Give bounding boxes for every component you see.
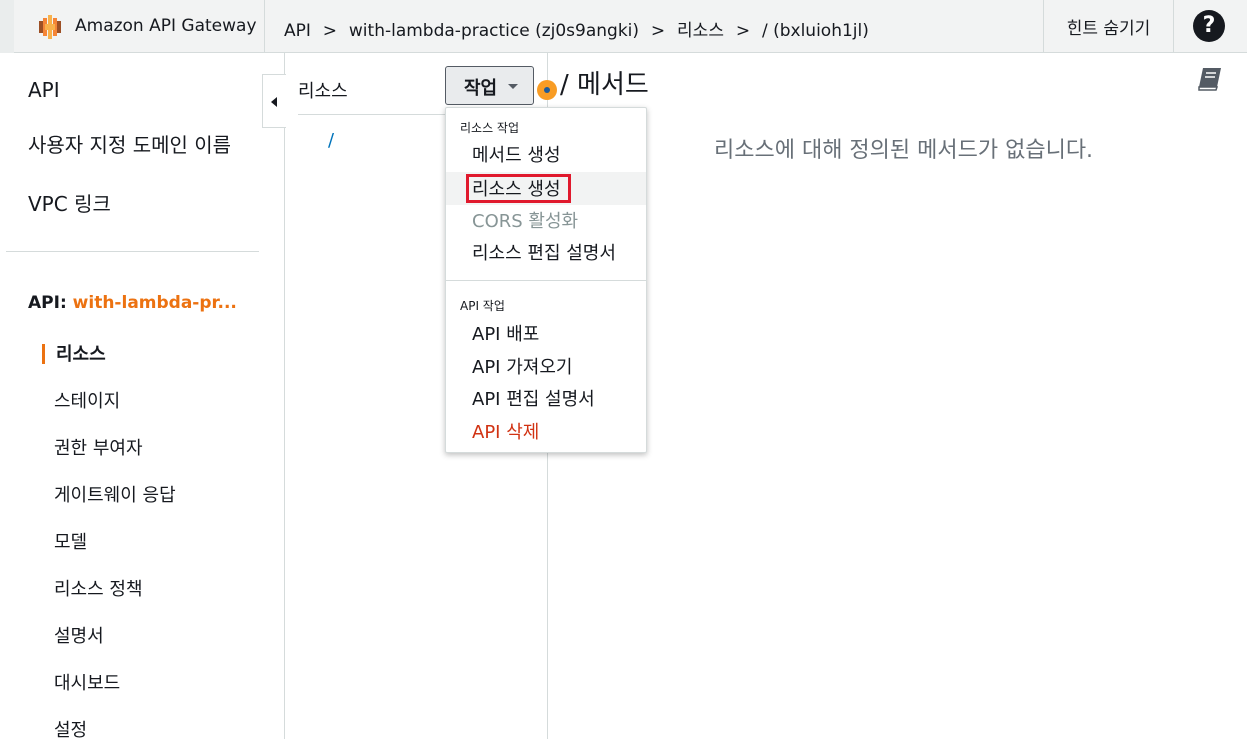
actions-button[interactable]: 작업 (445, 66, 534, 105)
hide-hints-button[interactable]: 힌트 숨기기 (1043, 0, 1174, 53)
nav-item-stages[interactable]: 스테이지 (54, 387, 120, 413)
nav-item-gateway-responses[interactable]: 게이트웨이 응답 (54, 481, 176, 507)
breadcrumb-separator: > (735, 21, 751, 41)
nav-api-label: API: (28, 293, 67, 313)
nav-item-api[interactable]: API (28, 78, 60, 102)
nav-item-models[interactable]: 모델 (54, 528, 87, 554)
brand-text: Amazon API Gateway (75, 16, 257, 36)
menu-item-create-method[interactable]: 메서드 생성 (472, 141, 561, 167)
nav-active-indicator (42, 344, 45, 364)
collapse-nav-button[interactable] (262, 74, 286, 128)
menu-divider (446, 280, 646, 281)
breadcrumb-separator: > (650, 21, 666, 41)
nav-item-custom-domains[interactable]: 사용자 지정 도메인 이름 (28, 129, 231, 158)
nav-item-documentation[interactable]: 설명서 (54, 622, 104, 648)
status-dot-icon (537, 80, 557, 100)
page-title: / 메서드 (560, 70, 649, 100)
help-icon[interactable]: ? (1193, 10, 1225, 42)
nav-divider (6, 251, 259, 252)
nav-api-name[interactable]: with-lambda-pr... (73, 293, 237, 313)
menu-item-enable-cors: CORS 활성화 (472, 211, 579, 232)
menu-item-delete-api[interactable]: API 삭제 (472, 418, 539, 444)
top-bar: Amazon API Gateway API > with-lambda-pract… (0, 0, 1247, 53)
resource-tree-root[interactable]: / (328, 130, 334, 151)
breadcrumb-api-name[interactable]: with-lambda-practice (zj0s9angki) (349, 21, 639, 41)
menu-item-edit-api-docs[interactable]: API 편집 설명서 (472, 385, 595, 411)
nav-item-resource-policy[interactable]: 리소스 정책 (54, 575, 143, 601)
menu-item-import-api[interactable]: API 가져오기 (472, 353, 572, 379)
actions-dropdown-menu: 리소스 작업 메서드 생성 리소스 생성 CORS 활성화 리소스 편집 설명서… (445, 107, 647, 453)
caret-down-icon (508, 84, 518, 89)
top-bar-edge (0, 0, 14, 53)
left-nav: API 사용자 지정 도메인 이름 VPC 링크 API: with-lambd… (0, 53, 285, 739)
breadcrumb: API > with-lambda-practice (zj0s9angki) > 리소… (284, 16, 869, 41)
highlight-box (466, 174, 571, 203)
breadcrumb-separator: > (322, 21, 338, 41)
breadcrumb-resource[interactable]: / (bxluioh1jl) (762, 21, 869, 41)
nav-api-title: API: with-lambda-pr... (28, 293, 237, 313)
breadcrumb-resources[interactable]: 리소스 (677, 21, 724, 41)
collapse-left-icon (271, 97, 277, 107)
book-icon[interactable] (1197, 67, 1223, 91)
brand[interactable]: Amazon API Gateway (14, 0, 265, 53)
nav-item-resources[interactable]: 리소스 (56, 340, 106, 366)
nav-item-authorizers[interactable]: 권한 부여자 (54, 434, 143, 460)
menu-item-edit-resource-docs[interactable]: 리소스 편집 설명서 (472, 239, 616, 265)
menu-section-resource-actions: 리소스 작업 (460, 121, 520, 135)
menu-section-api-actions: API 작업 (460, 299, 505, 313)
breadcrumb-api[interactable]: API (284, 21, 311, 41)
empty-methods-message: 리소스에 대해 정의된 메서드가 없습니다. (714, 138, 1094, 163)
api-gateway-logo-icon (39, 15, 61, 39)
nav-item-vpc-links[interactable]: VPC 링크 (28, 188, 111, 217)
resource-panel-title: 리소스 (298, 81, 348, 102)
status-dot-center (544, 87, 550, 93)
menu-item-deploy-api[interactable]: API 배포 (472, 320, 539, 346)
actions-button-label: 작업 (464, 78, 498, 99)
nav-item-dashboard[interactable]: 대시보드 (54, 669, 120, 695)
nav-item-settings[interactable]: 설정 (54, 716, 87, 739)
